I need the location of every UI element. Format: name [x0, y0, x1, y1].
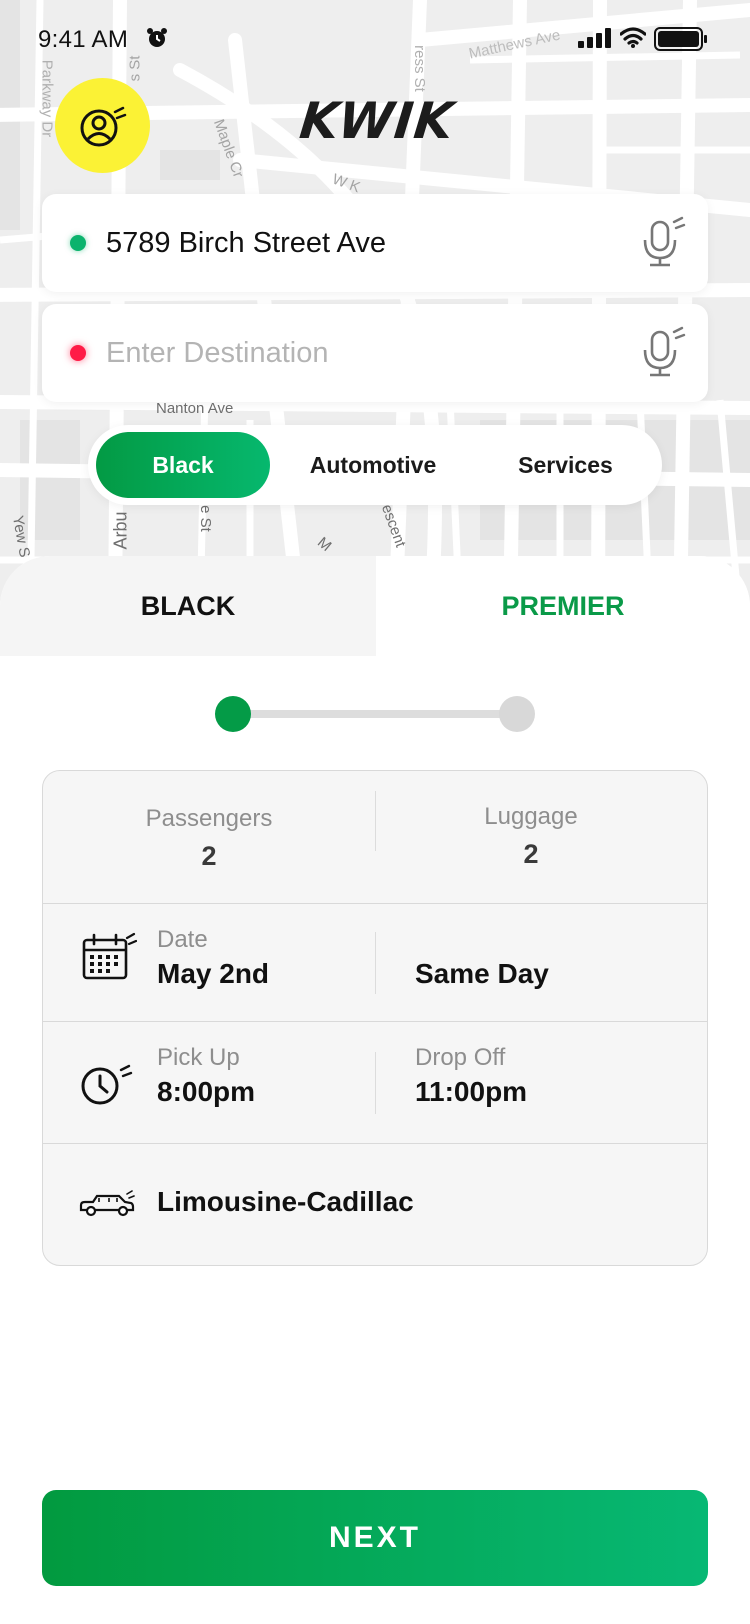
destination-dot-icon — [70, 345, 86, 361]
step-track — [233, 710, 519, 718]
category-tab-automotive[interactable]: Automotive — [278, 432, 468, 498]
step-dot-active — [215, 696, 251, 732]
limousine-icon — [79, 1190, 135, 1217]
pickup-time-label: Pick Up — [157, 1044, 240, 1071]
pickup-dot-icon — [70, 235, 86, 251]
destination-card — [42, 304, 708, 402]
destination-input[interactable] — [106, 326, 606, 380]
date-option[interactable]: Same Day — [415, 958, 549, 990]
microphone-icon[interactable] — [638, 326, 688, 378]
category-tab-services[interactable]: Services — [473, 432, 658, 498]
battery-icon — [654, 27, 707, 51]
passengers-label: Passengers — [145, 805, 273, 832]
step-dot-inactive — [499, 696, 535, 732]
luggage-label: Luggage — [484, 803, 578, 830]
profile-button[interactable] — [55, 78, 150, 173]
tab-premier[interactable]: PREMIER — [376, 556, 750, 656]
counts-row: Passengers 2 Luggage 2 — [43, 771, 707, 904]
status-time: 9:41 AM — [38, 26, 129, 53]
date-label: Date — [157, 926, 208, 953]
category-selector: Black Automotive Services — [88, 425, 662, 505]
divider — [375, 932, 376, 994]
street-label: Arbu — [110, 511, 131, 550]
next-button[interactable]: NEXT — [42, 1490, 708, 1586]
status-bar: 9:41 AM — [0, 0, 750, 80]
calendar-icon — [82, 932, 137, 980]
passengers-value: 2 — [201, 841, 217, 871]
date-field: Date May 2nd — [157, 926, 269, 990]
dropoff-time-value: 11:00pm — [415, 1076, 528, 1107]
ride-details-card: Passengers 2 Luggage 2 Date May 2nd Same… — [42, 770, 708, 1266]
signal-icon — [578, 28, 611, 48]
dropoff-time-field[interactable]: Drop Off 11:00pm — [415, 1044, 527, 1108]
vehicle-value: Limousine-Cadillac — [157, 1186, 414, 1217]
app-logo: KWIK — [296, 92, 457, 150]
tab-black[interactable]: BLACK — [0, 556, 376, 656]
pickup-time-field[interactable]: Pick Up 8:00pm — [157, 1044, 255, 1108]
street-label: e St — [196, 505, 214, 532]
dropoff-time-label: Drop Off — [415, 1044, 506, 1071]
step-indicator — [215, 696, 535, 732]
luggage-value: 2 — [523, 839, 539, 869]
date-value: May 2nd — [157, 958, 270, 989]
profile-icon — [80, 106, 126, 146]
date-row[interactable]: Date May 2nd Same Day — [43, 904, 707, 1022]
pickup-time-value: 8:00pm — [157, 1076, 256, 1107]
street-label: Nanton Ave — [156, 400, 234, 417]
alarm-icon — [147, 28, 167, 47]
clock-icon — [81, 1064, 133, 1105]
pickup-card — [42, 194, 708, 292]
wifi-icon — [620, 27, 646, 48]
category-tab-black[interactable]: Black — [96, 432, 270, 498]
pickup-input[interactable] — [106, 216, 606, 270]
passengers-field[interactable]: Passengers 2 — [43, 805, 375, 872]
time-row: Pick Up 8:00pm Drop Off 11:00pm — [43, 1022, 707, 1144]
divider — [375, 1052, 376, 1114]
luggage-field[interactable]: Luggage 2 — [365, 803, 697, 870]
microphone-icon[interactable] — [638, 216, 688, 268]
vehicle-row[interactable]: Limousine-Cadillac — [43, 1144, 707, 1265]
